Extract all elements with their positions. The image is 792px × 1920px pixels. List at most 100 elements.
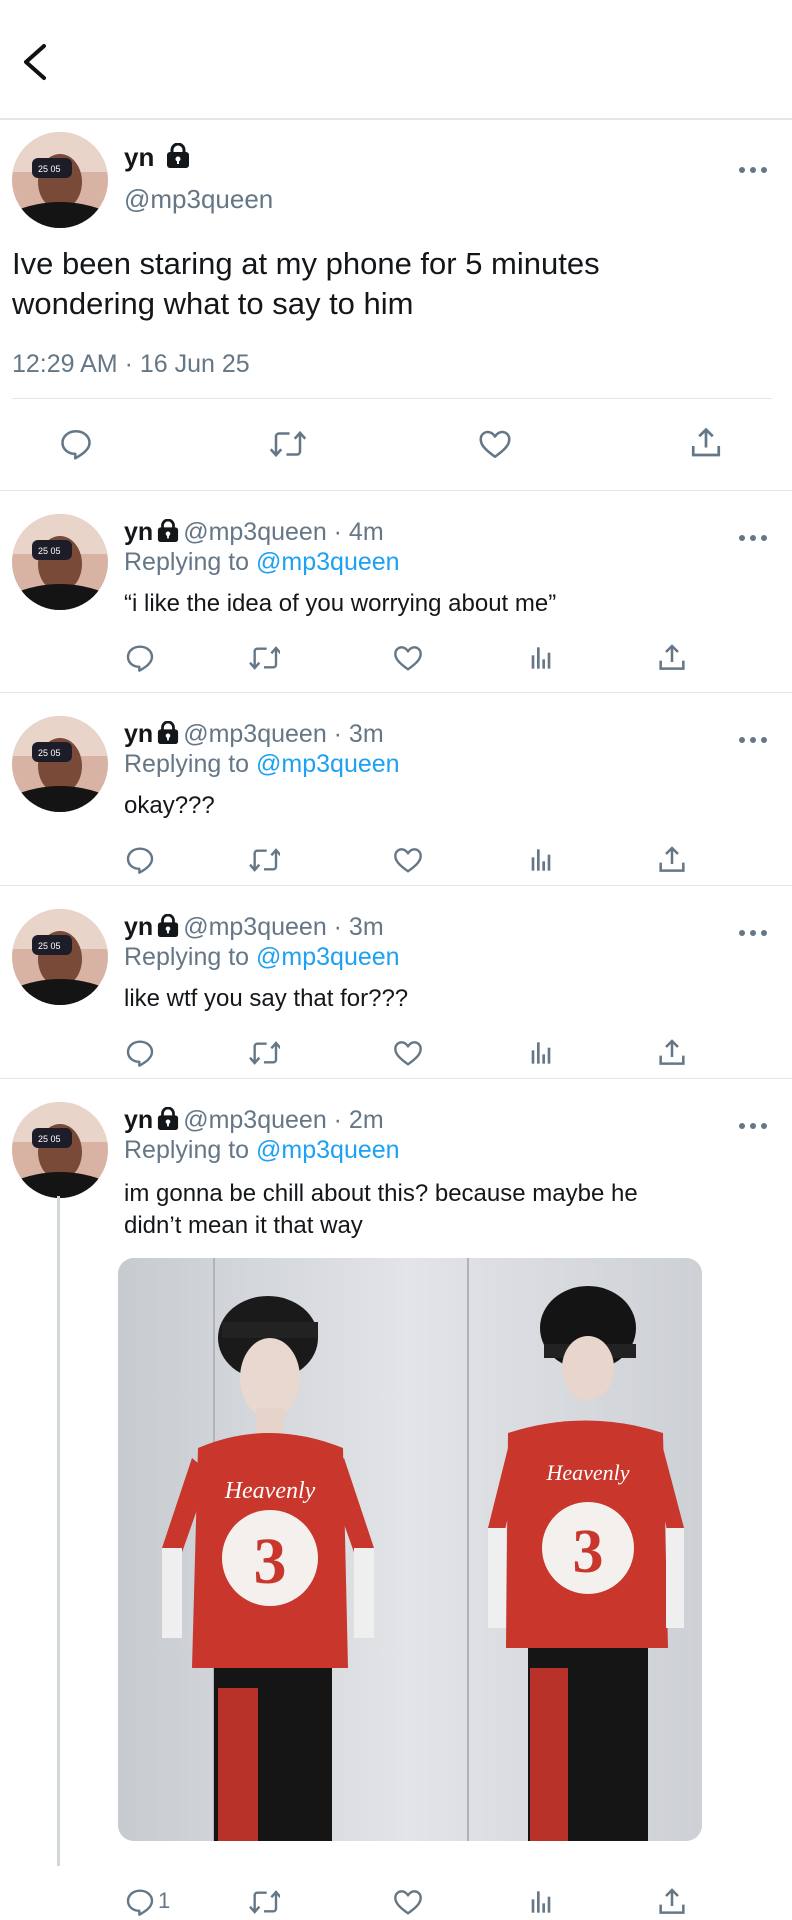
like-button[interactable] [392,844,424,876]
tweet-text-line: Ive been staring at my phone for 5 minut… [12,246,600,281]
retweet-icon [269,430,307,458]
handle-and-time: @mp3queen · 3m [183,720,384,748]
replying-to-link[interactable]: @mp3queen [256,943,400,971]
more-options-button[interactable] [738,530,768,541]
more-options-button[interactable] [738,162,768,173]
retweet-icon [249,646,280,670]
replying-to-link[interactable]: @mp3queen [256,750,400,778]
svg-text:25 05: 25 05 [38,546,61,556]
replying-to-link[interactable]: @mp3queen [256,548,400,576]
reply-text: “i like the idea of you worrying about m… [124,590,557,617]
thread-line [57,1196,60,1866]
display-name[interactable]: yn [124,913,153,941]
more-options-button[interactable] [738,925,768,936]
share-button[interactable] [688,424,724,462]
reply-text: okay??? [124,792,215,819]
avatar[interactable]: 25 05 [12,132,108,228]
reply-button[interactable] [124,642,156,674]
more-options-button[interactable] [738,1118,768,1129]
analytics-button[interactable] [525,642,557,674]
avatar[interactable]: 25 05 [12,716,108,812]
heart-icon [394,848,422,873]
retweet-button[interactable] [248,642,280,674]
svg-text:25 05: 25 05 [38,1134,61,1144]
reply-button[interactable] [124,1886,156,1918]
lock-icon [166,143,189,169]
photo-image: 3 Heavenly 3 Heavenly [118,1258,702,1841]
like-button[interactable] [392,642,424,674]
shirt-number-right: 3 [573,1518,604,1586]
avatar-image: 25 05 [12,1102,108,1198]
svg-text:25 05: 25 05 [38,941,61,951]
reply-count: 1 [158,1888,171,1913]
heart-icon [479,430,511,459]
more-icon [739,930,767,936]
more-icon [739,1123,767,1129]
handle-and-time: @mp3queen · 4m [183,518,384,546]
share-icon [659,1039,685,1065]
retweet-button[interactable] [268,426,308,462]
retweet-button[interactable] [248,1037,280,1069]
share-icon [659,846,685,872]
attached-photo[interactable]: 3 Heavenly 3 Heavenly [118,1258,702,1841]
more-icon [739,737,767,743]
reply-button[interactable] [124,1037,156,1069]
svg-text:25 05: 25 05 [38,164,61,174]
analytics-icon [531,849,551,871]
divider [12,398,772,399]
display-name[interactable]: yn [124,720,153,748]
reply-text-line: im gonna be chill about this? because ma… [124,1180,638,1207]
like-button[interactable] [392,1886,424,1918]
analytics-icon [531,1891,551,1913]
reply-icon [126,1040,154,1067]
shirt-number-left: 3 [254,1525,287,1598]
retweet-button[interactable] [248,1886,280,1918]
avatar[interactable]: 25 05 [12,909,108,1005]
share-button[interactable] [656,642,688,674]
share-button[interactable] [656,1886,688,1918]
analytics-icon [531,1042,551,1064]
reply-text: like wtf you say that for??? [124,985,409,1012]
retweet-button[interactable] [248,844,280,876]
replying-to-link[interactable]: @mp3queen [256,1136,400,1164]
avatar-image: 25 05 [12,909,108,1005]
timestamp: 12:29 AM · 16 Jun 25 [12,350,250,378]
analytics-button[interactable] [525,1037,557,1069]
more-icon [739,535,767,541]
retweet-icon [249,1890,280,1914]
avatar[interactable]: 25 05 [12,514,108,610]
lock-icon [158,913,179,937]
reply-button[interactable] [58,426,94,462]
display-name[interactable]: yn [124,518,153,546]
share-button[interactable] [656,1037,688,1069]
reply-icon [126,645,154,672]
analytics-button[interactable] [525,844,557,876]
reply-button[interactable] [124,844,156,876]
shirt-text-right: Heavenly [545,1460,629,1485]
reply-text-line: didn’t mean it that way [124,1212,363,1239]
svg-text:25 05: 25 05 [38,748,61,758]
share-button[interactable] [656,844,688,876]
display-name[interactable]: yn [124,142,154,172]
like-button[interactable] [476,426,514,462]
handle-and-time: @mp3queen · 2m [183,1106,384,1134]
more-options-button[interactable] [738,732,768,743]
more-icon [739,167,767,173]
analytics-button[interactable] [525,1886,557,1918]
avatar[interactable]: 25 05 [12,1102,108,1198]
handle[interactable]: @mp3queen [124,184,273,215]
share-icon [691,427,721,457]
avatar-image: 25 05 [12,716,108,812]
like-button[interactable] [392,1037,424,1069]
share-icon [659,1888,685,1914]
avatar-image: 25 05 [12,132,108,228]
replying-label: Replying to [124,1136,250,1164]
share-icon [659,644,685,670]
display-name[interactable]: yn [124,1106,153,1134]
back-button[interactable] [14,40,58,84]
heart-icon [394,1041,422,1066]
replying-label: Replying to [124,548,250,576]
tweet-text-line: wondering what to say to him [12,286,414,321]
reply-icon [126,1889,154,1916]
handle-and-time: @mp3queen · 3m [183,913,384,941]
